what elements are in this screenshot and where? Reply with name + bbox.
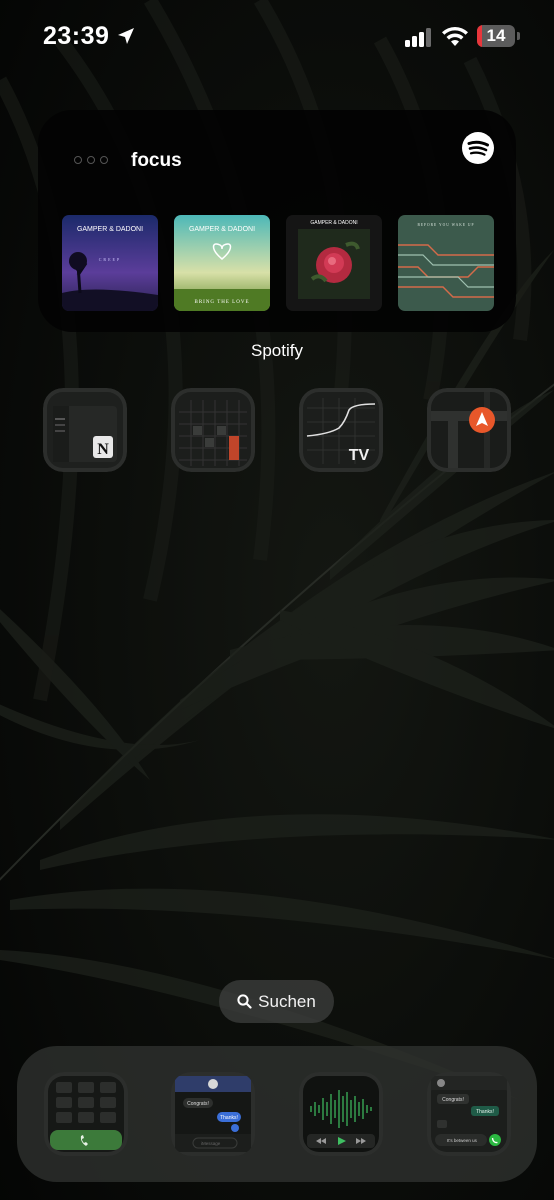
album-4-title: BEFORE YOU WAKE UP	[417, 223, 474, 227]
messages-icon: Congrats! Thanks! iMessage	[171, 1072, 255, 1156]
album-row: GAMPER & DADONI CREEP GAMPER & DADONI BR…	[62, 215, 494, 311]
calendar-grid-icon	[171, 388, 255, 472]
status-bar: 23:39 14	[0, 0, 554, 74]
location-arrow-icon	[118, 28, 134, 44]
dock-app-music[interactable]	[299, 1072, 383, 1156]
maps-arrow-icon	[427, 388, 511, 472]
battery-cap	[517, 32, 520, 40]
phone-keypad-icon	[44, 1072, 128, 1156]
album-3-artist: GAMPER & DADONI	[310, 220, 357, 226]
magnifier-icon	[237, 994, 252, 1009]
dock-app-messages[interactable]: Congrats! Thanks! iMessage	[171, 1072, 255, 1156]
widget-label: Spotify	[251, 341, 303, 360]
whatsapp-footer-text: It's between us	[447, 1138, 478, 1143]
search-button[interactable]: Suchen	[219, 980, 334, 1023]
wifi-icon	[442, 26, 468, 46]
app-icon-tradingview[interactable]: TV	[299, 388, 383, 472]
album-1-title: CREEP	[99, 257, 121, 262]
album-cover-1[interactable]: GAMPER & DADONI CREEP	[62, 215, 158, 311]
album-cover-3[interactable]: GAMPER & DADONI	[286, 215, 382, 311]
app-icon-calendar-grid[interactable]	[171, 388, 255, 472]
app-icon-maps[interactable]	[427, 388, 511, 472]
more-dots-icon	[74, 156, 108, 164]
album-2-title: BRING THE LOVE	[194, 300, 249, 305]
spotify-logo-icon	[462, 132, 494, 164]
spotify-widget[interactable]: focus GAMPER & DADONI CREEP GAMPER & DAD…	[38, 110, 516, 332]
dock-app-phone[interactable]	[44, 1072, 128, 1156]
messages-bubble-sent: Thanks!	[220, 1115, 238, 1121]
app-icon-notion[interactable]: N	[43, 388, 127, 472]
whatsapp-bubble-received: Congrats!	[442, 1097, 464, 1103]
messages-bubble-received: Congrats!	[187, 1101, 209, 1107]
clock-time: 23:39	[43, 22, 110, 50]
album-1-artist: GAMPER & DADONI	[77, 226, 143, 233]
cellular-signal-icon	[405, 28, 431, 47]
messages-input-placeholder: iMessage	[201, 1141, 221, 1146]
whatsapp-bubble-sent: Thanks!	[476, 1109, 494, 1115]
search-label: Suchen	[258, 991, 316, 1011]
waveform-icon	[299, 1072, 383, 1156]
album-cover-4[interactable]: BEFORE YOU WAKE UP	[398, 215, 494, 311]
dock-app-whatsapp[interactable]: Congrats! Thanks! It's between us	[427, 1072, 511, 1156]
tradingview-icon: TV	[299, 388, 383, 472]
playlist-title: focus	[131, 150, 182, 171]
whatsapp-icon: Congrats! Thanks! It's between us	[427, 1072, 511, 1156]
svg-text:N: N	[97, 441, 109, 458]
album-2-artist: GAMPER & DADONI	[189, 226, 255, 233]
battery-icon: 14	[477, 25, 515, 47]
svg-text:TV: TV	[349, 447, 370, 464]
battery-level-text: 14	[486, 26, 506, 45]
album-cover-2[interactable]: GAMPER & DADONI BRING THE LOVE	[174, 215, 270, 311]
notion-icon: N	[43, 388, 127, 472]
